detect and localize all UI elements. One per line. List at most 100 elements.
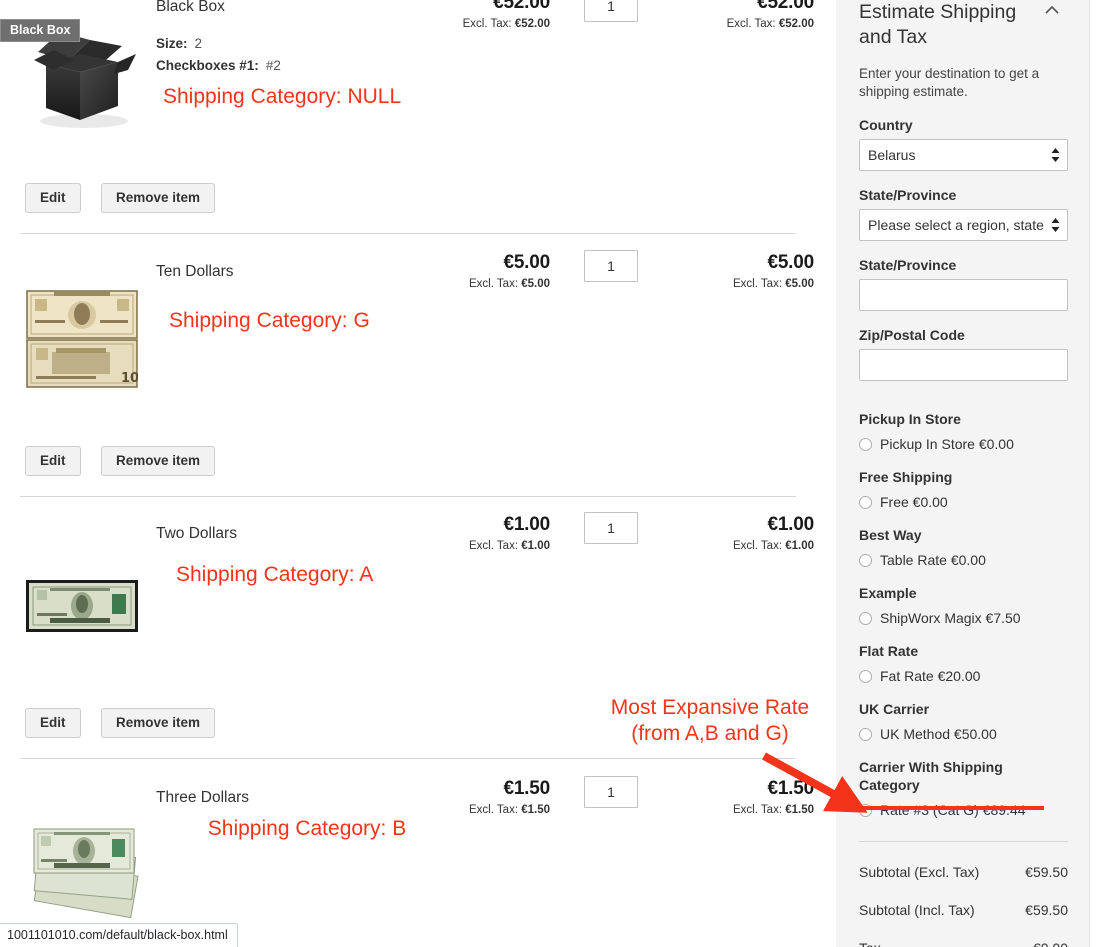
sidebar-title: Estimate Shipping and Tax (859, 1, 1017, 48)
total-row: Tax €0.00 (859, 940, 1068, 947)
shipping-option-label: Fat Rate €20.00 (880, 668, 981, 684)
quantity-input[interactable]: 1 (584, 512, 638, 544)
cart-items-column: Black Box Size: 2 Checkboxes #1: #2 Shippi… (0, 0, 836, 947)
product-thumbnail[interactable] (24, 823, 142, 918)
product-name[interactable]: Three Dollars (156, 789, 249, 808)
total-label: Subtotal (Incl. Tax) (859, 902, 975, 918)
quantity-input[interactable]: 1 (584, 0, 638, 22)
shipping-group-title: Pickup In Store (859, 411, 961, 427)
cart-page: Black Box Size: 2 Checkboxes #1: #2 Shippi… (0, 0, 1107, 947)
shipping-group: Free Shipping Free €0.00 (859, 468, 1069, 511)
edit-button[interactable]: Edit (25, 708, 81, 738)
shipping-group-title: Example (859, 585, 917, 601)
row-subtotal-cell: €5.00 Excl. Tax: €5.00 (664, 252, 814, 293)
product-name[interactable]: Ten Dollars (156, 263, 234, 282)
radio-icon[interactable] (859, 727, 872, 741)
shipping-option-label: ShipWorx Magix €7.50 (880, 610, 1021, 626)
cart-item-row: Three Dollars Shipping Category: B €1.50… (0, 759, 836, 947)
country-select[interactable]: Belarus (859, 139, 1068, 171)
excl-tax-value: €1.00 (521, 540, 550, 552)
cart-item-row: 10 Ten Dollars Shipping Category: G €5.0… (0, 234, 836, 497)
region-select-value: Please select a region, state o (868, 217, 1048, 233)
radio-icon[interactable] (859, 669, 872, 683)
option-label: Checkboxes #1: (156, 58, 259, 73)
zip-input[interactable] (859, 349, 1068, 381)
region-select[interactable]: Please select a region, state o (859, 209, 1068, 241)
shipping-group: Pickup In Store Pickup In Store €0.00 (859, 410, 1069, 453)
shipping-group: UK Carrier UK Method €50.00 (859, 700, 1069, 743)
shipping-option-label: Table Rate €0.00 (880, 552, 986, 568)
unit-price: €1.50 (503, 778, 550, 799)
row-subtotal-cell: €1.00 Excl. Tax: €1.00 (664, 514, 814, 555)
excl-tax-prefix: Excl. Tax: (733, 278, 783, 290)
radio-icon[interactable] (859, 495, 872, 509)
excl-tax-prefix: Excl. Tax: (469, 278, 519, 290)
excl-tax-prefix: Excl. Tax: (469, 540, 519, 552)
remove-item-button[interactable]: Remove item (101, 708, 216, 738)
radio-icon[interactable] (859, 437, 872, 451)
two-dollars-image (26, 580, 138, 632)
shipping-option[interactable]: Table Rate €0.00 (859, 551, 1069, 569)
product-image-tooltip: Black Box (0, 19, 81, 42)
excl-tax-value: €1.50 (521, 804, 550, 816)
shipping-option[interactable]: Fat Rate €20.00 (859, 667, 1069, 685)
shipping-option[interactable]: Free €0.00 (859, 493, 1069, 511)
total-row: Subtotal (Incl. Tax) €59.50 (859, 902, 1068, 918)
excl-tax-prefix: Excl. Tax: (733, 804, 783, 816)
shipping-option-label: Rate #3 (Cat G) €89.44 (880, 802, 1026, 818)
excl-tax-prefix: Excl. Tax: (733, 540, 783, 552)
radio-icon[interactable] (859, 611, 872, 625)
shipping-group-title: UK Carrier (859, 701, 930, 717)
product-name[interactable]: Black Box (156, 0, 225, 17)
product-thumbnail[interactable] (26, 580, 138, 632)
row-subtotal: €52.00 (757, 0, 814, 13)
row-subtotal-excl-tax: Excl. Tax: €1.00 (664, 537, 814, 555)
zip-label: Zip/Postal Code (859, 327, 965, 343)
shipping-option[interactable]: ShipWorx Magix €7.50 (859, 609, 1069, 627)
total-row: Subtotal (Excl. Tax) €59.50 (859, 864, 1068, 880)
shipping-option[interactable]: Rate #3 (Cat G) €89.44 (859, 801, 1069, 819)
shipping-group-title: Free Shipping (859, 469, 953, 485)
shipping-option-label: Free €0.00 (880, 494, 948, 510)
unit-price-excl-tax: Excl. Tax: €52.00 (400, 15, 550, 33)
row-subtotal: €1.00 (767, 514, 814, 535)
shipping-category-annotation: Shipping Category: A (176, 563, 374, 586)
row-subtotal-excl-tax: Excl. Tax: €1.50 (664, 801, 814, 819)
excl-tax-prefix: Excl. Tax: (462, 18, 512, 30)
svg-text:10: 10 (121, 371, 138, 386)
product-thumbnail[interactable]: 10 (26, 290, 138, 388)
unit-price-cell: €1.00 Excl. Tax: €1.00 (400, 514, 550, 555)
edit-button[interactable]: Edit (25, 446, 81, 476)
product-name[interactable]: Two Dollars (156, 525, 237, 544)
remove-item-button[interactable]: Remove item (101, 183, 216, 213)
region-input[interactable] (859, 279, 1068, 311)
shipping-option[interactable]: Pickup In Store €0.00 (859, 435, 1069, 453)
radio-icon[interactable] (859, 553, 872, 567)
unit-price-cell: €1.50 Excl. Tax: €1.50 (400, 778, 550, 819)
excl-tax-value: €1.00 (785, 540, 814, 552)
excl-tax-value: €1.50 (785, 804, 814, 816)
annotation-underline (861, 806, 1044, 810)
three-dollars-image (24, 823, 142, 918)
quantity-input[interactable]: 1 (584, 250, 638, 282)
chevron-up-icon[interactable] (1043, 3, 1061, 17)
shipping-option-label: UK Method €50.00 (880, 726, 997, 742)
quantity-input[interactable]: 1 (584, 776, 638, 808)
shipping-group: Example ShipWorx Magix €7.50 (859, 584, 1069, 627)
row-subtotal-cell: €52.00 Excl. Tax: €52.00 (664, 0, 815, 33)
estimate-shipping-sidebar: Estimate Shipping and Tax Enter your des… (836, 0, 1089, 947)
unit-price-cell: €5.00 Excl. Tax: €5.00 (400, 252, 550, 293)
shipping-option[interactable]: UK Method €50.00 (859, 725, 1069, 743)
region-select-label: State/Province (859, 187, 957, 203)
sidebar-divider (859, 841, 1068, 842)
remove-item-button[interactable]: Remove item (101, 446, 216, 476)
shipping-group: Flat Rate Fat Rate €20.00 (859, 642, 1069, 685)
page-right-gutter (1089, 0, 1107, 947)
edit-button[interactable]: Edit (25, 183, 81, 213)
shipping-category-annotation: Shipping Category: NULL (163, 85, 402, 108)
option-row: Size: 2 (156, 33, 281, 55)
total-value: €0.00 (1033, 940, 1068, 947)
total-label: Tax (859, 940, 881, 947)
unit-price: €1.00 (503, 514, 550, 535)
total-value: €59.50 (1025, 864, 1068, 880)
